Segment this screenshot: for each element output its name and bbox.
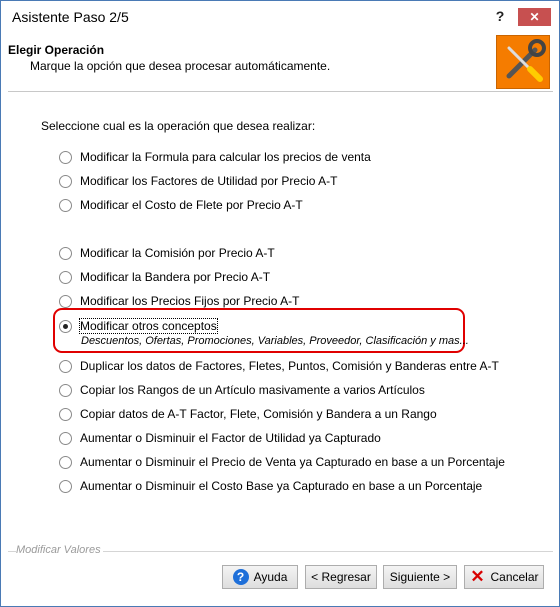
- option-label: Aumentar o Disminuir el Precio de Venta …: [80, 455, 505, 469]
- option-label: Modificar la Formula para calcular los p…: [80, 150, 371, 164]
- footer-group-label: Modificar Valores: [16, 544, 103, 556]
- option-label: Copiar datos de A-T Factor, Flete, Comis…: [80, 407, 437, 421]
- radio-button[interactable]: [59, 246, 72, 260]
- option-sublabel: Descuentos, Ofertas, Promociones, Variab…: [81, 335, 469, 347]
- selection-prompt: Seleccione cual es la operación que dese…: [41, 119, 316, 133]
- option-label: Copiar los Rangos de un Artículo masivam…: [80, 383, 425, 397]
- radio-button[interactable]: [59, 407, 72, 421]
- help-button[interactable]: ? Ayuda: [222, 565, 298, 589]
- wrench-screwdriver-icon: [506, 39, 546, 82]
- close-icon[interactable]: ✕: [518, 8, 551, 26]
- step-title: Elegir Operación: [8, 43, 105, 57]
- tools-icon: [496, 35, 550, 89]
- back-button[interactable]: < Regresar: [305, 565, 377, 589]
- option-label: Duplicar los datos de Factores, Fletes, …: [80, 359, 499, 373]
- step-subtitle: Marque la opción que desea procesar auto…: [30, 59, 331, 73]
- next-button-label: Siguiente >: [389, 570, 451, 584]
- option-row[interactable]: Aumentar o Disminuir el Costo Base ya Ca…: [59, 477, 482, 495]
- radio-button[interactable]: [59, 198, 72, 212]
- cancel-x-icon: ✕: [470, 567, 485, 586]
- cancel-button[interactable]: ✕ Cancelar: [464, 565, 544, 589]
- next-button[interactable]: Siguiente >: [383, 565, 457, 589]
- wizard-header: Elegir Operación Marque la opción que de…: [8, 32, 553, 92]
- back-button-label: < Regresar: [311, 570, 371, 584]
- option-label: Aumentar o Disminuir el Costo Base ya Ca…: [80, 479, 483, 493]
- radio-button[interactable]: [59, 455, 72, 469]
- option-label: Modificar el Costo de Flete por Precio A…: [80, 198, 303, 212]
- option-label: Modificar los Precios Fijos por Precio A…: [80, 294, 300, 308]
- help-circle-icon: ?: [232, 569, 249, 585]
- option-row[interactable]: Aumentar o Disminuir el Precio de Venta …: [59, 453, 505, 471]
- option-row[interactable]: Duplicar los datos de Factores, Fletes, …: [59, 357, 499, 375]
- help-icon[interactable]: ?: [488, 5, 512, 27]
- option-label: Aumentar o Disminuir el Factor de Utilid…: [80, 431, 381, 445]
- option-row[interactable]: Aumentar o Disminuir el Factor de Utilid…: [59, 429, 381, 447]
- radio-button[interactable]: [59, 383, 72, 397]
- title-bar: Asistente Paso 2/5 ? ✕: [1, 1, 559, 32]
- radio-button[interactable]: [59, 479, 72, 493]
- window-title: Asistente Paso 2/5: [12, 9, 129, 25]
- radio-button[interactable]: [59, 174, 72, 188]
- option-row[interactable]: Modificar el Costo de Flete por Precio A…: [59, 196, 303, 214]
- radio-button[interactable]: [59, 150, 72, 164]
- option-row[interactable]: Copiar datos de A-T Factor, Flete, Comis…: [59, 405, 437, 423]
- option-label: Modificar la Bandera por Precio A-T: [80, 270, 271, 284]
- option-row[interactable]: Modificar los Factores de Utilidad por P…: [59, 172, 337, 190]
- radio-button[interactable]: [59, 270, 72, 284]
- radio-button[interactable]: [59, 359, 72, 373]
- option-row[interactable]: Copiar los Rangos de un Artículo masivam…: [59, 381, 425, 399]
- radio-button[interactable]: [59, 431, 72, 445]
- cancel-button-label: Cancelar: [490, 570, 539, 584]
- wizard-window: Asistente Paso 2/5 ? ✕ Elegir Operación …: [0, 0, 560, 607]
- option-row[interactable]: Modificar la Comisión por Precio A-T: [59, 244, 275, 262]
- option-label: Modificar la Comisión por Precio A-T: [80, 246, 275, 260]
- option-label: Modificar los Factores de Utilidad por P…: [80, 174, 338, 188]
- help-button-label: Ayuda: [253, 570, 288, 584]
- option-row[interactable]: Modificar la Bandera por Precio A-T: [59, 268, 270, 286]
- option-row[interactable]: Modificar la Formula para calcular los p…: [59, 148, 371, 166]
- radio-button[interactable]: [59, 294, 72, 308]
